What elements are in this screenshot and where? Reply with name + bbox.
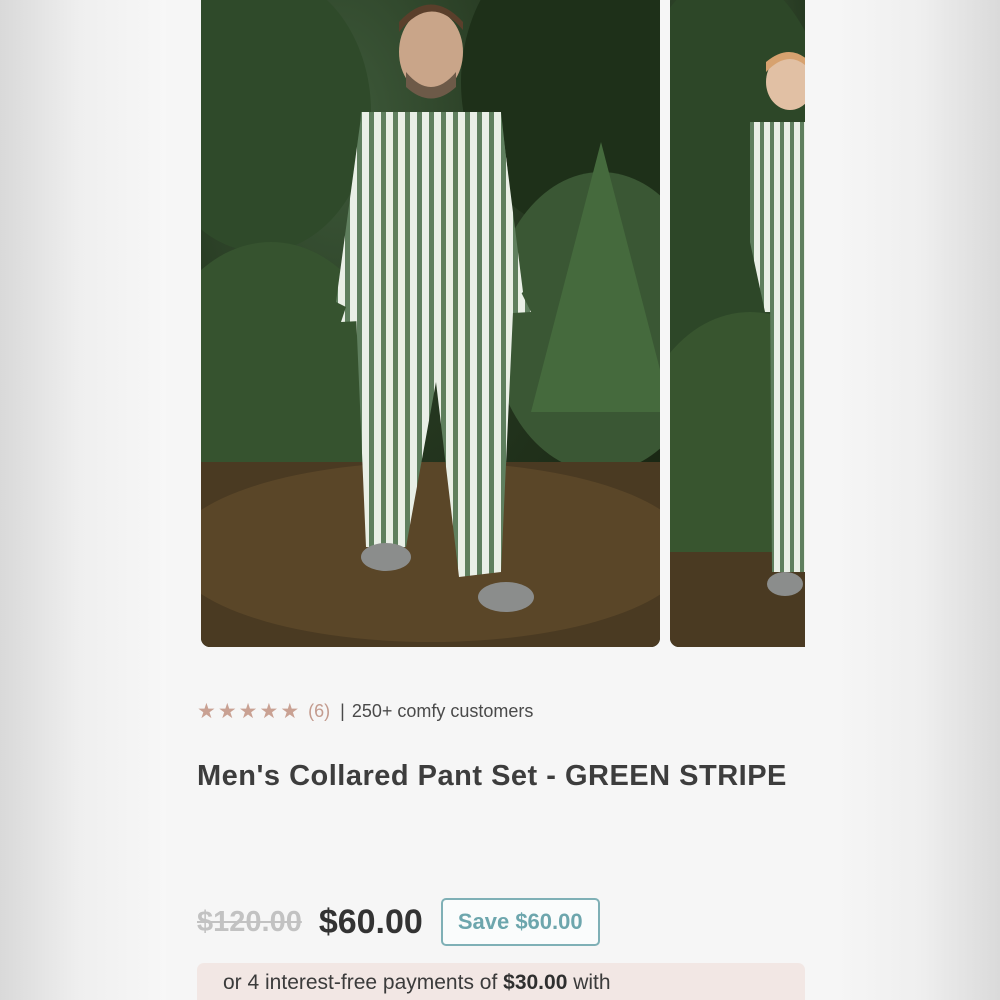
installments-suffix: with bbox=[567, 971, 611, 994]
installments-prefix: or 4 interest-free payments of bbox=[223, 971, 504, 994]
product-rating[interactable]: ★ ★ ★ ★ ★ (6) | 250+ comfy customers bbox=[197, 698, 533, 724]
star-icon: ★ bbox=[280, 699, 300, 723]
sale-price: $60.00 bbox=[318, 902, 423, 941]
product-photo-man-icon bbox=[201, 0, 660, 647]
star-icon: ★ bbox=[238, 699, 258, 723]
star-icon: ★ bbox=[217, 699, 237, 723]
product-photo-child-icon bbox=[670, 0, 805, 647]
product-image-secondary[interactable] bbox=[670, 0, 805, 647]
product-image-main[interactable] bbox=[201, 0, 660, 647]
savings-badge: Save $60.00 bbox=[440, 898, 600, 946]
rating-stars: ★ ★ ★ ★ ★ bbox=[197, 701, 299, 722]
installment-payments-banner[interactable]: or 4 interest-free payments of $30.00 wi… bbox=[197, 963, 805, 1000]
star-icon: ★ bbox=[259, 699, 279, 723]
product-page: ★ ★ ★ ★ ★ (6) | 250+ comfy customers Men… bbox=[166, 0, 836, 1000]
product-image-carousel[interactable] bbox=[201, 0, 805, 648]
rating-separator: | bbox=[340, 700, 345, 721]
original-price: $120.00 bbox=[197, 905, 302, 938]
review-count-link[interactable]: (6) bbox=[308, 701, 330, 722]
customers-count-text: 250+ comfy customers bbox=[351, 700, 534, 721]
price-row: $120.00 $60.00 Save $60.00 bbox=[197, 897, 600, 947]
product-title: Men's Collared Pant Set - GREEN STRIPE bbox=[197, 760, 787, 792]
star-icon: ★ bbox=[197, 699, 216, 723]
installment-amount: $30.00 bbox=[503, 971, 568, 994]
